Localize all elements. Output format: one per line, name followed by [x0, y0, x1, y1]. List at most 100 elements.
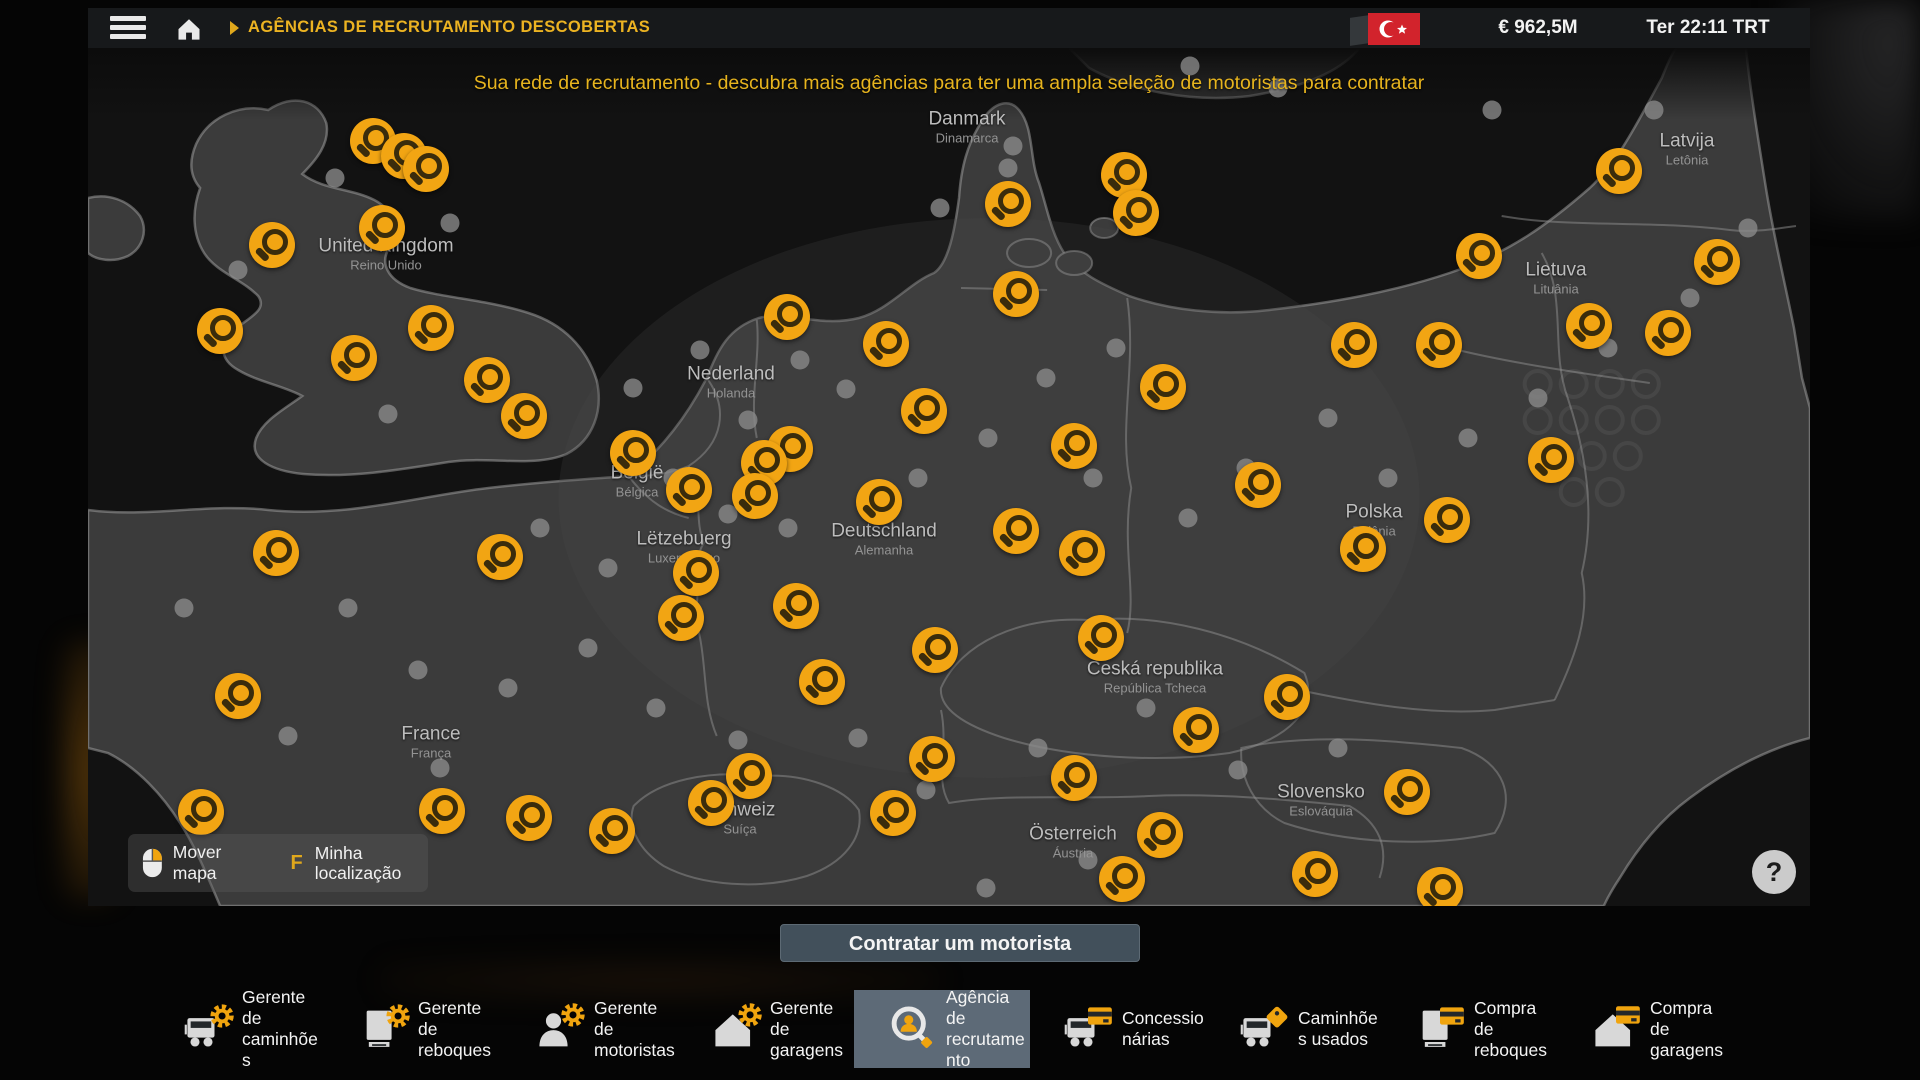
agency-marker[interactable]: [1051, 423, 1097, 469]
truck-tag-icon: [1238, 1003, 1290, 1055]
agency-marker[interactable]: [477, 534, 523, 580]
truck-card-icon: [1062, 1003, 1114, 1055]
agency-marker[interactable]: [658, 595, 704, 641]
agency-marker[interactable]: [1596, 148, 1642, 194]
agency-marker[interactable]: [666, 467, 712, 513]
agency-marker[interactable]: [464, 357, 510, 403]
agency-marker[interactable]: [253, 530, 299, 576]
agency-marker[interactable]: [764, 294, 810, 340]
menu-icon[interactable]: [110, 16, 146, 40]
agency-marker[interactable]: [506, 795, 552, 841]
toolbar-item-recruitment-agency[interactable]: Agência de recrutamento: [854, 990, 1030, 1068]
agency-marker[interactable]: [726, 753, 772, 799]
agency-marker[interactable]: [993, 508, 1039, 554]
agency-marker[interactable]: [909, 736, 955, 782]
agency-marker[interactable]: [773, 583, 819, 629]
city-dot: [1681, 289, 1700, 308]
city-dot: [1004, 137, 1023, 156]
agency-marker[interactable]: [1416, 322, 1462, 368]
agency-marker[interactable]: [331, 335, 377, 381]
city-dot: [1459, 429, 1478, 448]
agency-marker[interactable]: [732, 473, 778, 519]
ets2-recruitment-screen: AGÊNCIAS DE RECRUTAMENTO DESCOBERTAS € 9…: [0, 0, 1920, 1080]
money-balance: € 962,5M: [1478, 17, 1598, 39]
agency-marker[interactable]: [1645, 310, 1691, 356]
city-dot: [977, 879, 996, 898]
agency-marker[interactable]: [863, 321, 909, 367]
agency-marker[interactable]: [197, 308, 243, 354]
agency-marker[interactable]: [408, 305, 454, 351]
agency-marker[interactable]: [1099, 856, 1145, 902]
agency-marker[interactable]: [1417, 867, 1463, 906]
toolbar-item-used-trucks[interactable]: Caminhões usados: [1206, 990, 1382, 1068]
agency-marker[interactable]: [1424, 497, 1470, 543]
agency-marker[interactable]: [1340, 526, 1386, 572]
agency-marker[interactable]: [1137, 812, 1183, 858]
agency-marker[interactable]: [1384, 769, 1430, 815]
agency-marker[interactable]: [1264, 674, 1310, 720]
toolbar-item-label: Caminhões usados: [1298, 1008, 1382, 1050]
toolbar-item-trailer-purchase[interactable]: Compra de reboques: [1382, 990, 1558, 1068]
agency-marker[interactable]: [912, 627, 958, 673]
agency-marker[interactable]: [359, 205, 405, 251]
agency-marker[interactable]: [856, 479, 902, 525]
agency-marker[interactable]: [403, 146, 449, 192]
toolbar-item-dealerships[interactable]: Concessionárias: [1030, 990, 1206, 1068]
agency-marker[interactable]: [215, 673, 261, 719]
city-dot: [647, 699, 666, 718]
mouse-icon: [142, 847, 163, 879]
agency-marker[interactable]: [610, 430, 656, 476]
agency-marker[interactable]: [1113, 190, 1159, 236]
agency-marker[interactable]: [799, 659, 845, 705]
city-dot: [379, 405, 398, 424]
city-dot: [1029, 739, 1048, 758]
agency-marker[interactable]: [1331, 322, 1377, 368]
toolbar-item-label: Compra de garagens: [1650, 998, 1734, 1061]
toolbar-item-truck-manager[interactable]: Gerente de caminhões: [150, 990, 326, 1068]
toolbar-item-label: Concessionárias: [1122, 1008, 1206, 1050]
toolbar-item-garage-purchase[interactable]: Compra de garagens: [1558, 990, 1734, 1068]
agency-marker[interactable]: [1528, 437, 1574, 483]
agency-marker[interactable]: [993, 271, 1039, 317]
driver-gear-icon: [534, 1003, 586, 1055]
recruitment-map[interactable]: Sua rede de recrutamento - descubra mais…: [88, 48, 1810, 906]
agency-marker[interactable]: [673, 550, 719, 596]
agency-marker[interactable]: [1566, 303, 1612, 349]
agency-marker[interactable]: [1051, 755, 1097, 801]
help-button[interactable]: ?: [1752, 850, 1796, 894]
agency-marker[interactable]: [1140, 364, 1186, 410]
city-dot: [691, 341, 710, 360]
agency-marker[interactable]: [1173, 707, 1219, 753]
agency-marker[interactable]: [985, 181, 1031, 227]
magnifier-driver-icon: [886, 1003, 938, 1055]
agency-marker[interactable]: [1292, 851, 1338, 897]
city-dot: [441, 214, 460, 233]
garage-gear-icon: [710, 1003, 762, 1055]
turkey-flag-icon: [1350, 12, 1420, 46]
toolbar-item-garage-manager[interactable]: Gerente de garagens: [678, 990, 854, 1068]
agency-marker[interactable]: [419, 788, 465, 834]
toolbar-item-trailer-manager[interactable]: Gerente de reboques: [326, 990, 502, 1068]
agency-marker[interactable]: [249, 222, 295, 268]
agency-marker[interactable]: [1456, 233, 1502, 279]
agency-marker[interactable]: [1078, 615, 1124, 661]
agency-marker[interactable]: [178, 789, 224, 835]
agency-marker[interactable]: [901, 388, 947, 434]
city-dot: [1179, 509, 1198, 528]
city-dot: [1229, 761, 1248, 780]
my-location-label: Minha localização: [315, 843, 428, 883]
city-dot: [1079, 851, 1098, 870]
toolbar-item-driver-manager[interactable]: Gerente de motoristas: [502, 990, 678, 1068]
home-icon[interactable]: [174, 14, 204, 42]
hire-driver-button[interactable]: Contratar um motorista: [780, 924, 1140, 962]
agency-marker[interactable]: [501, 393, 547, 439]
agency-marker[interactable]: [1694, 239, 1740, 285]
agency-marker[interactable]: [870, 790, 916, 836]
agency-marker[interactable]: [1059, 530, 1105, 576]
trailer-gear-icon: [358, 1003, 410, 1055]
city-dot: [931, 199, 950, 218]
agency-marker[interactable]: [589, 808, 635, 854]
agency-marker[interactable]: [688, 780, 734, 826]
city-dot: [624, 379, 643, 398]
agency-marker[interactable]: [1235, 462, 1281, 508]
